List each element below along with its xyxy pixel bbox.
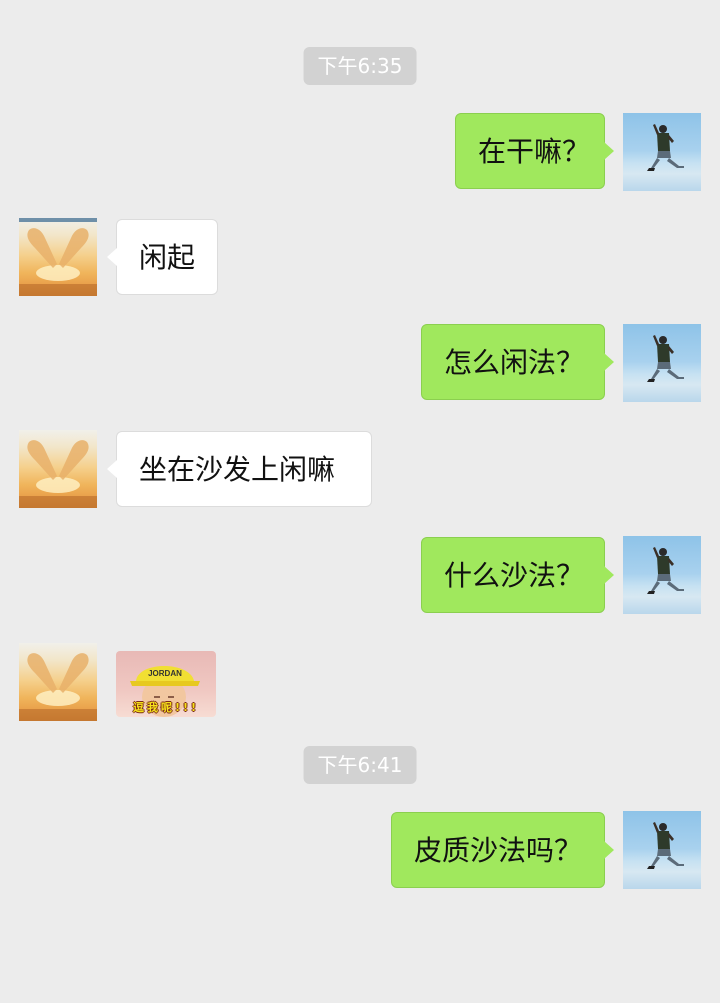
sticker-caption: 逗我呢!!! — [132, 701, 200, 714]
message-bubble-self[interactable]: 怎么闲法？ — [421, 324, 614, 400]
other-avatar[interactable] — [19, 430, 97, 508]
timestamp-label: 下午6:35 — [303, 47, 417, 85]
self-avatar[interactable] — [623, 113, 701, 191]
heart-hands-sunset-icon — [19, 653, 97, 721]
heart-hands-sunset-icon — [19, 440, 97, 508]
message-bubble-other[interactable]: 坐在沙发上闲嘛 — [107, 431, 372, 507]
other-avatar[interactable] — [19, 218, 97, 296]
timestamp-label: 下午6:41 — [303, 746, 417, 784]
sticker-message[interactable]: JORDAN 逗我呢!!! — [116, 651, 216, 717]
message-bubble-self[interactable]: 在干嘛？ — [455, 113, 614, 189]
sticker-cap-text: JORDAN — [148, 669, 182, 678]
kneeling-person-photo-icon — [647, 124, 684, 171]
heart-hands-sunset-icon — [19, 218, 97, 296]
other-avatar[interactable] — [19, 643, 97, 721]
message-bubble-other[interactable]: 闲起 — [107, 219, 218, 295]
kneeling-person-photo-icon — [647, 335, 684, 382]
kneeling-person-photo-icon — [647, 822, 684, 869]
message-bubble-self[interactable]: 皮质沙法吗？ — [391, 812, 614, 888]
self-avatar[interactable] — [623, 811, 701, 889]
self-avatar[interactable] — [623, 324, 701, 402]
self-avatar[interactable] — [623, 536, 701, 614]
kneeling-person-photo-icon — [647, 547, 684, 594]
message-bubble-self[interactable]: 什么沙法？ — [421, 537, 614, 613]
